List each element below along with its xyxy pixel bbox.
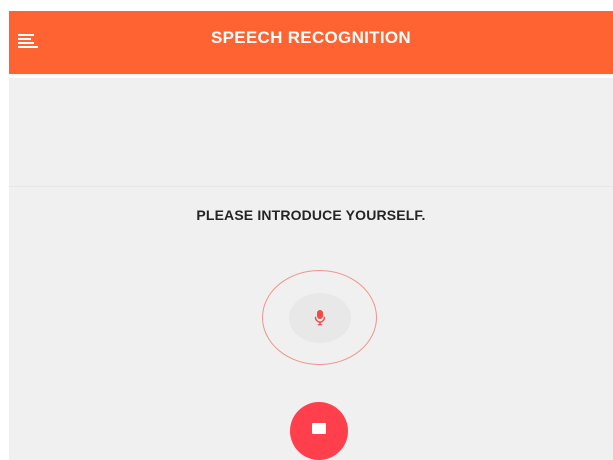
stop-square-icon (312, 423, 326, 434)
app-frame: SPEECH RECOGNITION PLEASE INTRODUCE YOUR… (0, 0, 613, 460)
stop-recording-button[interactable] (290, 402, 348, 460)
microphone-button[interactable] (289, 293, 351, 343)
top-app-bar: SPEECH RECOGNITION (9, 11, 613, 74)
introduction-prompt: PLEASE INTRODUCE YOURSELF. (196, 207, 426, 223)
microphone-icon (314, 310, 326, 326)
content-divider (9, 186, 613, 187)
speech-recognition-panel: PLEASE INTRODUCE YOURSELF. (9, 78, 613, 460)
page-title: SPEECH RECOGNITION (211, 28, 411, 47)
